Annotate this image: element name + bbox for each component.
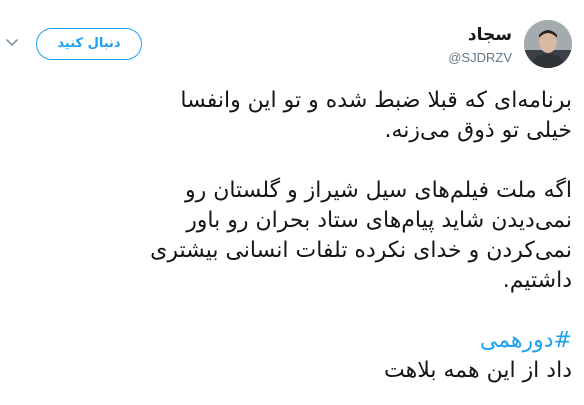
tweet-line: داشتیم.	[502, 268, 572, 293]
user-info: سجاد @SJDRZV	[448, 24, 512, 67]
avatar-image	[524, 20, 572, 68]
tweet-line: اگه ملت فیلم‌های سیل شیراز و گلستان رو	[184, 178, 572, 203]
tweet-text: برنامه‌ای که قبلا ضبط شده و تو این وانفس…	[12, 86, 572, 386]
tweet-line: برنامه‌ای که قبلا ضبط شده و تو این وانفس…	[180, 88, 572, 113]
tweet-line: داد از این همه بلاهت	[384, 358, 572, 383]
user-name[interactable]: سجاد	[448, 24, 512, 46]
follow-button[interactable]: دنبال کنید	[36, 28, 142, 60]
chevron-down-icon[interactable]	[4, 34, 20, 50]
tweet-card: سجاد @SJDRZV دنبال کنید برنامه‌ای که قبل…	[0, 0, 584, 405]
hashtag-link[interactable]: #دورهمی	[12, 326, 572, 356]
user-handle[interactable]: @SJDRZV	[448, 49, 512, 67]
user-avatar[interactable]	[524, 20, 572, 68]
tweet-line: نمی‌دیدن شاید پیام‌های ستاد بحران رو باو…	[186, 208, 572, 233]
tweet-line: خیلی تو ذوق می‌زنه.	[384, 118, 572, 143]
tweet-line: نمی‌کردن و خدای نکرده تلفات انسانی بیشتر…	[150, 238, 572, 263]
